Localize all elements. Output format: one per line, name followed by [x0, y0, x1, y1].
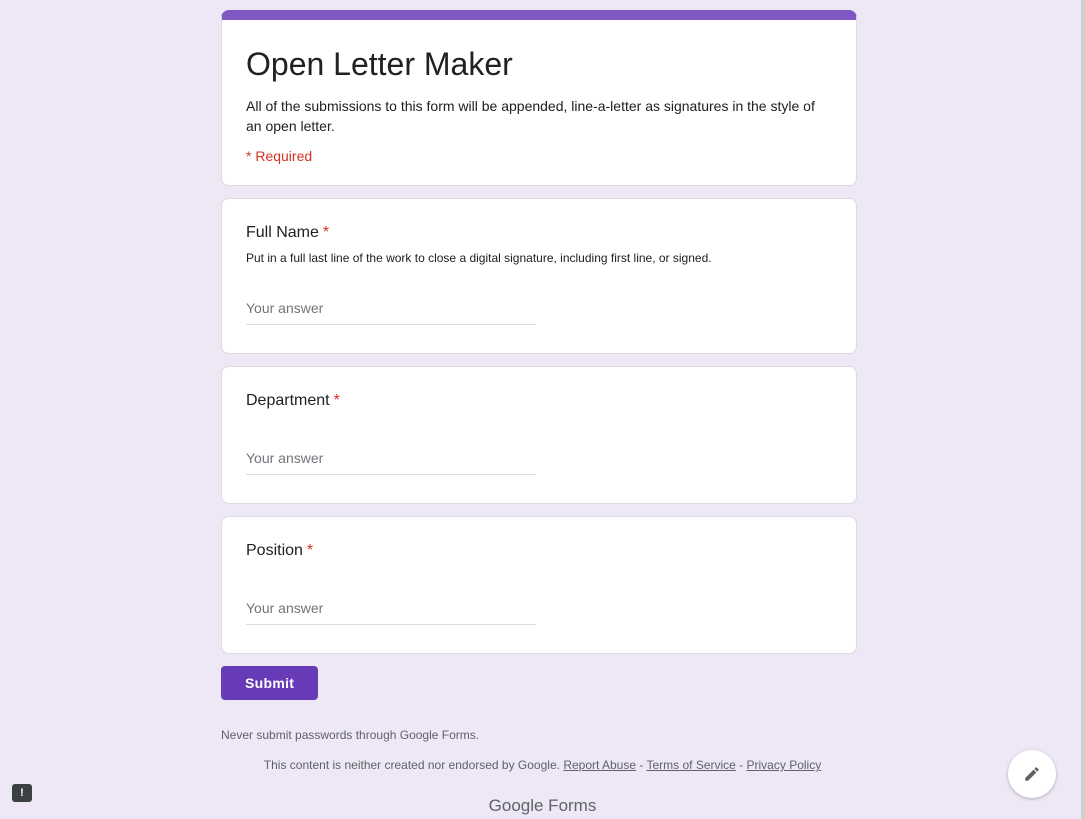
position-input[interactable]: Your answer: [246, 600, 536, 625]
question-title: Position: [246, 542, 303, 559]
password-warning: Never submit passwords through Google Fo…: [221, 728, 480, 742]
footer-text: This content is neither created nor endo…: [263, 758, 560, 772]
submit-button[interactable]: Submit: [221, 666, 319, 700]
footer-separator: -: [735, 758, 747, 772]
form-header-card: Open Letter Maker All of the submissions…: [221, 10, 857, 186]
footer-disclaimer: This content is neither created nor endo…: [0, 758, 1085, 772]
report-abuse-link[interactable]: Report Abuse: [563, 758, 636, 772]
question-help-text: Put in a full last line of the work to c…: [246, 251, 712, 265]
question-label: Full Name *: [246, 221, 832, 245]
full-name-input[interactable]: Your answer: [246, 300, 536, 325]
question-card-position: Position * Your answer: [221, 516, 857, 654]
form-title: Open Letter Maker: [246, 46, 513, 82]
question-card-full-name: Full Name * Put in a full last line of th…: [221, 198, 857, 354]
scrollbar[interactable]: [1081, 0, 1085, 819]
question-title: Full Name: [246, 224, 319, 241]
question-card-department: Department * Your answer: [221, 366, 857, 504]
form-description: All of the submissions to this form will…: [246, 98, 815, 134]
question-label: Position *: [246, 539, 832, 563]
required-note: * Required: [246, 148, 313, 164]
report-problem-icon[interactable]: !: [12, 784, 32, 802]
form-container: Open Letter Maker All of the submissions…: [221, 10, 857, 742]
submit-row: Submit: [221, 666, 857, 700]
privacy-policy-link[interactable]: Privacy Policy: [747, 758, 822, 772]
edit-pencil-icon[interactable]: [1008, 750, 1056, 798]
required-asterisk: *: [306, 542, 314, 559]
google-forms-logo[interactable]: Google Forms: [0, 796, 1085, 816]
required-asterisk: *: [322, 224, 330, 241]
required-asterisk: *: [333, 392, 340, 409]
terms-of-service-link[interactable]: Terms of Service: [646, 758, 735, 772]
pencil-glyph: [1025, 767, 1039, 781]
question-label: Department *: [246, 389, 832, 413]
question-title: Department: [246, 392, 330, 409]
footer-separator: -: [636, 758, 647, 772]
department-input[interactable]: Your answer: [246, 450, 536, 475]
